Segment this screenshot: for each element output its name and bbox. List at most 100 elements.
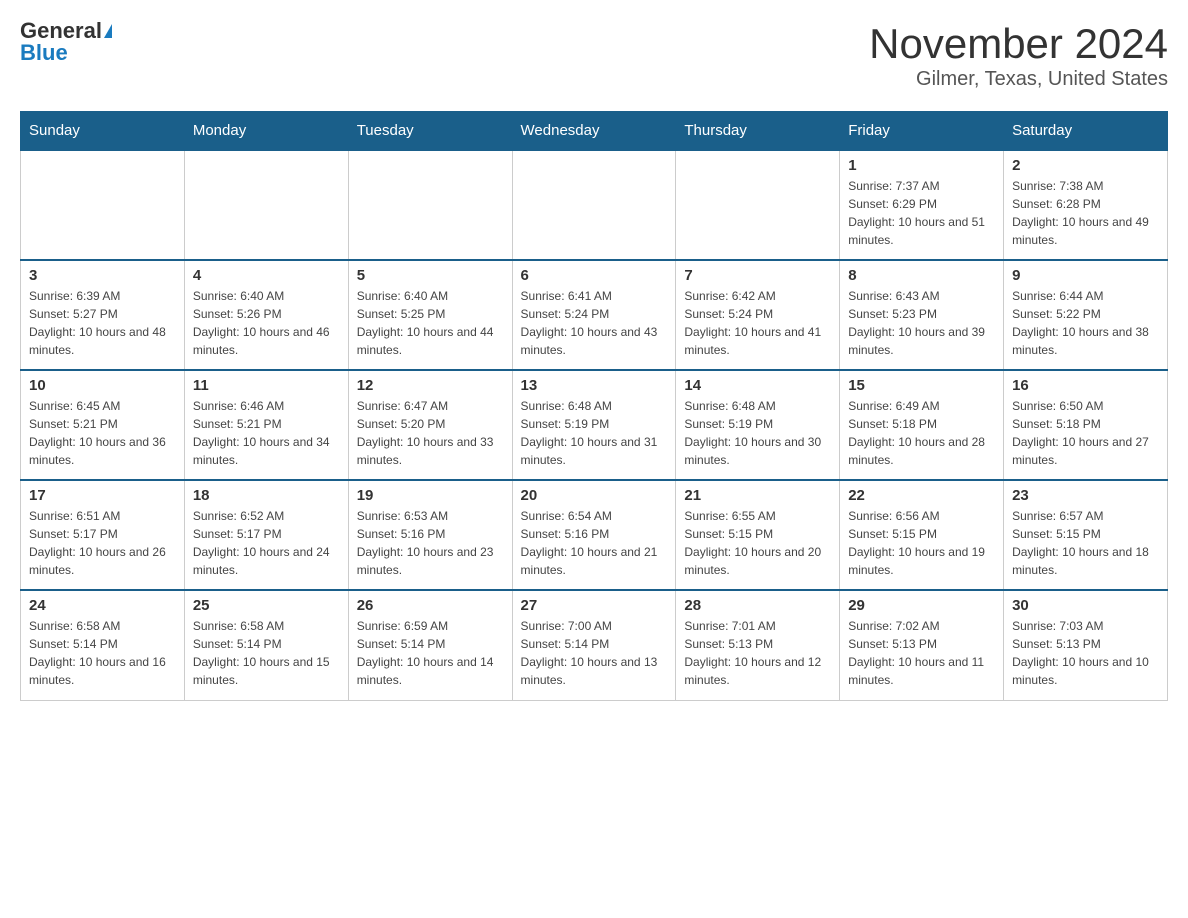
- logo-triangle-icon: [104, 24, 112, 38]
- day-info: Sunrise: 6:50 AM Sunset: 5:18 PM Dayligh…: [1012, 397, 1159, 469]
- day-number: 10: [29, 377, 176, 394]
- day-info: Sunrise: 7:00 AM Sunset: 5:14 PM Dayligh…: [521, 617, 668, 689]
- day-number: 13: [521, 377, 668, 394]
- day-number: 3: [29, 267, 176, 284]
- logo-blue-text: Blue: [20, 42, 68, 64]
- calendar-cell: 25 Sunrise: 6:58 AM Sunset: 5:14 PM Dayli…: [184, 590, 348, 700]
- day-number: 21: [684, 487, 831, 504]
- calendar-cell: 9 Sunrise: 6:44 AM Sunset: 5:22 PM Daylig…: [1004, 260, 1168, 370]
- day-number: 1: [848, 157, 995, 174]
- day-number: 25: [193, 597, 340, 614]
- calendar-cell: 26Sunrise: 6:59 AM Sunset: 5:14 PM Dayli…: [348, 590, 512, 700]
- day-info: Sunrise: 6:46 AM Sunset: 5:21 PM Dayligh…: [193, 397, 340, 469]
- day-header-wednesday: Wednesday: [512, 112, 676, 151]
- day-info: Sunrise: 7:01 AM Sunset: 5:13 PM Dayligh…: [684, 617, 831, 689]
- day-info: Sunrise: 6:54 AM Sunset: 5:16 PM Dayligh…: [521, 507, 668, 579]
- calendar-cell: [512, 150, 676, 260]
- day-number: 12: [357, 377, 504, 394]
- day-info: Sunrise: 7:37 AM Sunset: 6:29 PM Dayligh…: [848, 177, 995, 249]
- calendar-cell: 27 Sunrise: 7:00 AM Sunset: 5:14 PM Dayli…: [512, 590, 676, 700]
- calendar-cell: 11 Sunrise: 6:46 AM Sunset: 5:21 PM Dayli…: [184, 370, 348, 480]
- day-info: Sunrise: 7:02 AM Sunset: 5:13 PM Dayligh…: [848, 617, 995, 689]
- day-info: Sunrise: 6:49 AM Sunset: 5:18 PM Dayligh…: [848, 397, 995, 469]
- day-info: Sunrise: 6:58 AM Sunset: 5:14 PM Dayligh…: [193, 617, 340, 689]
- calendar-cell: [184, 150, 348, 260]
- calendar-cell: [21, 150, 185, 260]
- days-of-week-row: SundayMondayTuesdayWednesdayThursdayFrid…: [21, 112, 1168, 151]
- day-number: 20: [521, 487, 668, 504]
- page-header: General Blue November 2024 Gilmer, Texas…: [20, 20, 1168, 91]
- day-info: Sunrise: 6:52 AM Sunset: 5:17 PM Dayligh…: [193, 507, 340, 579]
- calendar-cell: 12 Sunrise: 6:47 AM Sunset: 5:20 PM Dayli…: [348, 370, 512, 480]
- day-info: Sunrise: 6:47 AM Sunset: 5:20 PM Dayligh…: [357, 397, 504, 469]
- day-number: 30: [1012, 597, 1159, 614]
- day-number: 27: [521, 597, 668, 614]
- calendar-cell: 30Sunrise: 7:03 AM Sunset: 5:13 PM Dayli…: [1004, 590, 1168, 700]
- day-info: Sunrise: 6:42 AM Sunset: 5:24 PM Dayligh…: [684, 287, 831, 359]
- day-info: Sunrise: 6:40 AM Sunset: 5:26 PM Dayligh…: [193, 287, 340, 359]
- day-header-friday: Friday: [840, 112, 1004, 151]
- day-header-tuesday: Tuesday: [348, 112, 512, 151]
- calendar-cell: 5 Sunrise: 6:40 AM Sunset: 5:25 PM Daylig…: [348, 260, 512, 370]
- day-info: Sunrise: 6:53 AM Sunset: 5:16 PM Dayligh…: [357, 507, 504, 579]
- day-info: Sunrise: 6:39 AM Sunset: 5:27 PM Dayligh…: [29, 287, 176, 359]
- day-number: 14: [684, 377, 831, 394]
- day-header-monday: Monday: [184, 112, 348, 151]
- day-info: Sunrise: 6:59 AM Sunset: 5:14 PM Dayligh…: [357, 617, 504, 689]
- day-number: 5: [357, 267, 504, 284]
- week-row-0: 1 Sunrise: 7:37 AM Sunset: 6:29 PM Daylig…: [21, 150, 1168, 260]
- calendar-table: SundayMondayTuesdayWednesdayThursdayFrid…: [20, 111, 1168, 701]
- day-number: 19: [357, 487, 504, 504]
- day-number: 11: [193, 377, 340, 394]
- calendar-cell: 6Sunrise: 6:41 AM Sunset: 5:24 PM Daylig…: [512, 260, 676, 370]
- week-row-2: 10 Sunrise: 6:45 AM Sunset: 5:21 PM Dayli…: [21, 370, 1168, 480]
- calendar-cell: [676, 150, 840, 260]
- day-number: 29: [848, 597, 995, 614]
- day-number: 22: [848, 487, 995, 504]
- calendar-cell: 29 Sunrise: 7:02 AM Sunset: 5:13 PM Dayli…: [840, 590, 1004, 700]
- calendar-subtitle: Gilmer, Texas, United States: [869, 68, 1168, 91]
- day-header-sunday: Sunday: [21, 112, 185, 151]
- day-info: Sunrise: 6:44 AM Sunset: 5:22 PM Dayligh…: [1012, 287, 1159, 359]
- calendar-cell: 13 Sunrise: 6:48 AM Sunset: 5:19 PM Dayli…: [512, 370, 676, 480]
- calendar-header: SundayMondayTuesdayWednesdayThursdayFrid…: [21, 112, 1168, 151]
- calendar-cell: 7Sunrise: 6:42 AM Sunset: 5:24 PM Daylig…: [676, 260, 840, 370]
- calendar-cell: 17Sunrise: 6:51 AM Sunset: 5:17 PM Dayli…: [21, 480, 185, 590]
- calendar-cell: 14Sunrise: 6:48 AM Sunset: 5:19 PM Dayli…: [676, 370, 840, 480]
- day-number: 15: [848, 377, 995, 394]
- day-info: Sunrise: 6:56 AM Sunset: 5:15 PM Dayligh…: [848, 507, 995, 579]
- calendar-body: 1 Sunrise: 7:37 AM Sunset: 6:29 PM Daylig…: [21, 150, 1168, 700]
- calendar-cell: 1 Sunrise: 7:37 AM Sunset: 6:29 PM Daylig…: [840, 150, 1004, 260]
- day-number: 24: [29, 597, 176, 614]
- calendar-cell: 22 Sunrise: 6:56 AM Sunset: 5:15 PM Dayli…: [840, 480, 1004, 590]
- day-number: 8: [848, 267, 995, 284]
- day-number: 18: [193, 487, 340, 504]
- day-number: 4: [193, 267, 340, 284]
- calendar-cell: 2 Sunrise: 7:38 AM Sunset: 6:28 PM Daylig…: [1004, 150, 1168, 260]
- day-info: Sunrise: 7:38 AM Sunset: 6:28 PM Dayligh…: [1012, 177, 1159, 249]
- calendar-cell: 21 Sunrise: 6:55 AM Sunset: 5:15 PM Dayli…: [676, 480, 840, 590]
- day-number: 9: [1012, 267, 1159, 284]
- day-info: Sunrise: 6:41 AM Sunset: 5:24 PM Dayligh…: [521, 287, 668, 359]
- day-info: Sunrise: 6:51 AM Sunset: 5:17 PM Dayligh…: [29, 507, 176, 579]
- day-number: 28: [684, 597, 831, 614]
- calendar-cell: 15 Sunrise: 6:49 AM Sunset: 5:18 PM Dayli…: [840, 370, 1004, 480]
- calendar-cell: 3 Sunrise: 6:39 AM Sunset: 5:27 PM Daylig…: [21, 260, 185, 370]
- calendar-cell: 10 Sunrise: 6:45 AM Sunset: 5:21 PM Dayli…: [21, 370, 185, 480]
- day-info: Sunrise: 6:45 AM Sunset: 5:21 PM Dayligh…: [29, 397, 176, 469]
- day-info: Sunrise: 6:43 AM Sunset: 5:23 PM Dayligh…: [848, 287, 995, 359]
- day-number: 23: [1012, 487, 1159, 504]
- day-number: 2: [1012, 157, 1159, 174]
- calendar-cell: 19 Sunrise: 6:53 AM Sunset: 5:16 PM Dayli…: [348, 480, 512, 590]
- calendar-cell: 23Sunrise: 6:57 AM Sunset: 5:15 PM Dayli…: [1004, 480, 1168, 590]
- day-header-thursday: Thursday: [676, 112, 840, 151]
- calendar-cell: 8 Sunrise: 6:43 AM Sunset: 5:23 PM Daylig…: [840, 260, 1004, 370]
- day-number: 16: [1012, 377, 1159, 394]
- day-info: Sunrise: 6:55 AM Sunset: 5:15 PM Dayligh…: [684, 507, 831, 579]
- calendar-title: November 2024: [869, 20, 1168, 68]
- day-info: Sunrise: 6:58 AM Sunset: 5:14 PM Dayligh…: [29, 617, 176, 689]
- day-info: Sunrise: 6:48 AM Sunset: 5:19 PM Dayligh…: [521, 397, 668, 469]
- title-block: November 2024 Gilmer, Texas, United Stat…: [869, 20, 1168, 91]
- week-row-4: 24 Sunrise: 6:58 AM Sunset: 5:14 PM Dayli…: [21, 590, 1168, 700]
- day-info: Sunrise: 6:40 AM Sunset: 5:25 PM Dayligh…: [357, 287, 504, 359]
